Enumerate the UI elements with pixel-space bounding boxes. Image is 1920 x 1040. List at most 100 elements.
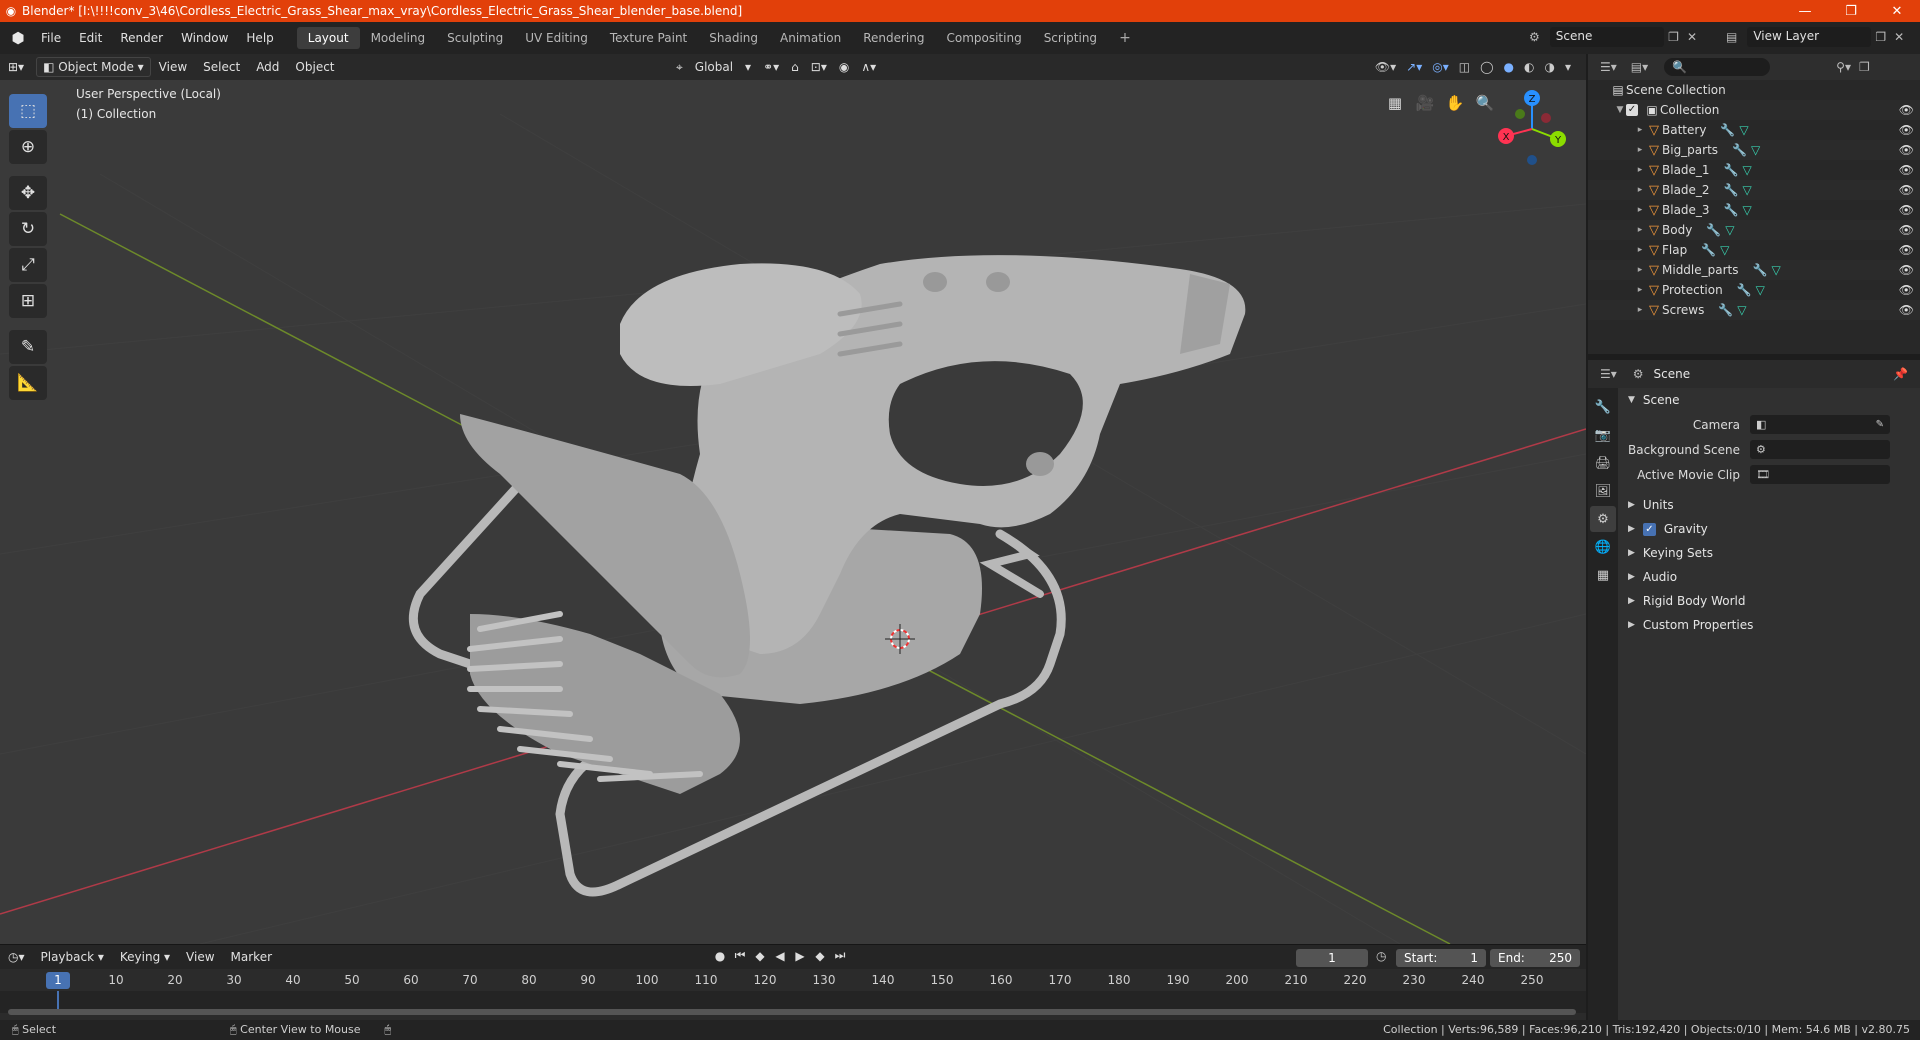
expand-triangle-icon[interactable]: ▼ xyxy=(1614,105,1626,115)
mesh-data-icon[interactable]: ▽ xyxy=(1743,203,1752,217)
menu-help[interactable]: Help xyxy=(237,31,282,45)
world-tab-icon[interactable]: 🌐 xyxy=(1590,534,1616,560)
menu-playback[interactable]: Playback ▾ xyxy=(33,950,112,964)
tab-modeling[interactable]: Modeling xyxy=(360,27,437,49)
menu-select[interactable]: Select xyxy=(195,60,248,74)
camera-view-icon[interactable]: 🎥 xyxy=(1410,88,1440,118)
visibility-eye-icon[interactable]: 👁 xyxy=(1899,123,1914,137)
collapsed-triangle-icon[interactable]: ▶ xyxy=(1628,596,1635,606)
visibility-eye-icon[interactable]: 👁 xyxy=(1899,163,1914,177)
expand-triangle-icon[interactable]: ▸ xyxy=(1634,305,1646,315)
minimize-button[interactable]: — xyxy=(1782,0,1828,22)
collection-row[interactable]: ▼ ✓ ▣ Collection 👁 xyxy=(1588,100,1920,120)
menu-timeline-view[interactable]: View xyxy=(178,950,222,964)
blender-menu-icon[interactable]: ⬢ xyxy=(4,29,32,47)
navigation-gizmo[interactable]: Z Y X xyxy=(1492,84,1572,174)
mesh-data-icon[interactable]: ▽ xyxy=(1771,263,1780,277)
list-item[interactable]: ▸ ▽ Blade_1 🔧 ▽ 👁 xyxy=(1588,160,1920,180)
expand-triangle-icon[interactable]: ▸ xyxy=(1634,145,1646,155)
falloff-icon[interactable]: ∧▾ xyxy=(855,58,882,76)
modifier-wrench-icon[interactable]: 🔧 xyxy=(1718,303,1733,317)
scale-tool-icon[interactable]: ⤢ xyxy=(9,248,47,282)
menu-file[interactable]: File xyxy=(32,31,70,45)
jump-start-icon[interactable]: ⏮ xyxy=(730,948,750,963)
proportional-edit-icon[interactable]: ◉ xyxy=(833,58,855,76)
eyedropper-icon[interactable]: ✎ xyxy=(1876,419,1884,430)
expand-triangle-icon[interactable]: ▸ xyxy=(1634,265,1646,275)
modifier-wrench-icon[interactable]: 🔧 xyxy=(1724,203,1739,217)
active-movie-clip-field[interactable]: 🎞 xyxy=(1750,465,1890,484)
expand-triangle-icon[interactable]: ▸ xyxy=(1634,285,1646,295)
menu-edit[interactable]: Edit xyxy=(70,31,111,45)
units-panel-header[interactable]: ▶ Units xyxy=(1620,493,1920,517)
scene-panel-header[interactable]: ▼ Scene xyxy=(1620,388,1920,412)
view-layer-icon[interactable]: ▤ xyxy=(1722,30,1741,44)
tab-sculpting[interactable]: Sculpting xyxy=(436,27,514,49)
render-tab-icon[interactable]: 📷 xyxy=(1590,422,1616,448)
modifier-wrench-icon[interactable]: 🔧 xyxy=(1737,283,1752,297)
list-item[interactable]: ▸ ▽ Blade_3 🔧 ▽ 👁 xyxy=(1588,200,1920,220)
grass-shear-model[interactable] xyxy=(408,255,1246,897)
prev-keyframe-icon[interactable]: ◆ xyxy=(750,949,770,963)
collapsed-triangle-icon[interactable]: ▶ xyxy=(1628,620,1635,630)
measure-tool-icon[interactable]: 📐 xyxy=(9,366,47,400)
overlay-toggle-icon[interactable]: ◎▾ xyxy=(1427,58,1454,76)
modifier-wrench-icon[interactable]: 🔧 xyxy=(1701,243,1716,257)
mesh-data-icon[interactable]: ▽ xyxy=(1743,183,1752,197)
scene-tab-icon[interactable]: ⚙ xyxy=(1590,506,1616,532)
list-item[interactable]: ▸ ▽ Battery 🔧 ▽ 👁 xyxy=(1588,120,1920,140)
collapsed-triangle-icon[interactable]: ▶ xyxy=(1628,548,1635,558)
mesh-data-icon[interactable]: ▽ xyxy=(1739,123,1748,137)
xray-icon[interactable]: ◫ xyxy=(1454,58,1475,76)
new-scene-icon[interactable]: ❐ xyxy=(1664,30,1683,44)
remove-scene-icon[interactable]: ✕ xyxy=(1683,30,1701,44)
list-item[interactable]: ▸ ▽ Big_parts 🔧 ▽ 👁 xyxy=(1588,140,1920,160)
expand-triangle-icon[interactable]: ▸ xyxy=(1634,205,1646,215)
clock-icon[interactable]: ◷ xyxy=(1376,949,1386,963)
expand-triangle-icon[interactable]: ▸ xyxy=(1634,245,1646,255)
maximize-button[interactable]: ❐ xyxy=(1828,0,1874,22)
menu-add[interactable]: Add xyxy=(248,60,287,74)
expand-triangle-icon[interactable]: ▸ xyxy=(1634,185,1646,195)
next-keyframe-icon[interactable]: ◆ xyxy=(810,949,830,963)
expand-triangle-icon[interactable]: ▸ xyxy=(1634,165,1646,175)
outliner-search-input[interactable]: 🔍 xyxy=(1664,58,1771,76)
snap-target-icon[interactable]: ⊡▾ xyxy=(805,58,833,76)
list-item[interactable]: ▸ ▽ Body 🔧 ▽ 👁 xyxy=(1588,220,1920,240)
dropdown-chevron-icon[interactable]: ▾ xyxy=(739,58,757,76)
camera-field[interactable]: ◧ ✎ xyxy=(1750,415,1890,434)
neg-z-handle[interactable] xyxy=(1527,155,1537,165)
scene-name-field[interactable]: Scene xyxy=(1549,27,1665,47)
tab-uv-editing[interactable]: UV Editing xyxy=(514,27,599,49)
scene-icon[interactable]: ⚙ xyxy=(1525,30,1544,44)
rigid-body-world-panel-header[interactable]: ▶ Rigid Body World xyxy=(1620,589,1920,613)
modifier-wrench-icon[interactable]: 🔧 xyxy=(1724,183,1739,197)
visibility-eye-icon[interactable]: 👁 xyxy=(1899,303,1914,317)
list-item[interactable]: ▸ ▽ Flap 🔧 ▽ 👁 xyxy=(1588,240,1920,260)
annotate-tool-icon[interactable]: ✎ xyxy=(9,330,47,364)
neg-y-handle[interactable] xyxy=(1515,109,1525,119)
custom-properties-panel-header[interactable]: ▶ Custom Properties xyxy=(1620,613,1920,637)
texture-tab-icon[interactable]: ▦ xyxy=(1590,562,1616,588)
neg-x-handle[interactable] xyxy=(1541,113,1551,123)
transform-tool-icon[interactable]: ⊞ xyxy=(9,284,47,318)
list-item[interactable]: ▸ ▽ Protection 🔧 ▽ 👁 xyxy=(1588,280,1920,300)
end-frame-field[interactable]: End: 250 xyxy=(1490,949,1580,967)
expand-triangle-icon[interactable]: ▸ xyxy=(1634,225,1646,235)
menu-keying[interactable]: Keying ▾ xyxy=(112,950,178,964)
output-tab-icon[interactable]: 🖨 xyxy=(1590,450,1616,476)
tab-shading[interactable]: Shading xyxy=(698,27,769,49)
tab-scripting[interactable]: Scripting xyxy=(1033,27,1108,49)
list-item[interactable]: ▸ ▽ Middle_parts 🔧 ▽ 👁 xyxy=(1588,260,1920,280)
mesh-data-icon[interactable]: ▽ xyxy=(1743,163,1752,177)
expand-triangle-icon[interactable]: ▼ xyxy=(1628,395,1635,405)
play-icon[interactable]: ▶ xyxy=(790,949,810,963)
material-shading-icon[interactable]: ◐ xyxy=(1519,58,1539,76)
editor-type-icon[interactable]: ⊞▾ xyxy=(0,60,32,74)
audio-panel-header[interactable]: ▶ Audio xyxy=(1620,565,1920,589)
mesh-data-icon[interactable]: ▽ xyxy=(1756,283,1765,297)
visibility-eye-icon[interactable]: 👁 xyxy=(1899,103,1914,117)
modifier-wrench-icon[interactable]: 🔧 xyxy=(1732,143,1747,157)
outliner-editor-type-icon[interactable]: ☰▾ xyxy=(1596,60,1621,74)
jump-end-icon[interactable]: ⏭ xyxy=(830,948,850,963)
